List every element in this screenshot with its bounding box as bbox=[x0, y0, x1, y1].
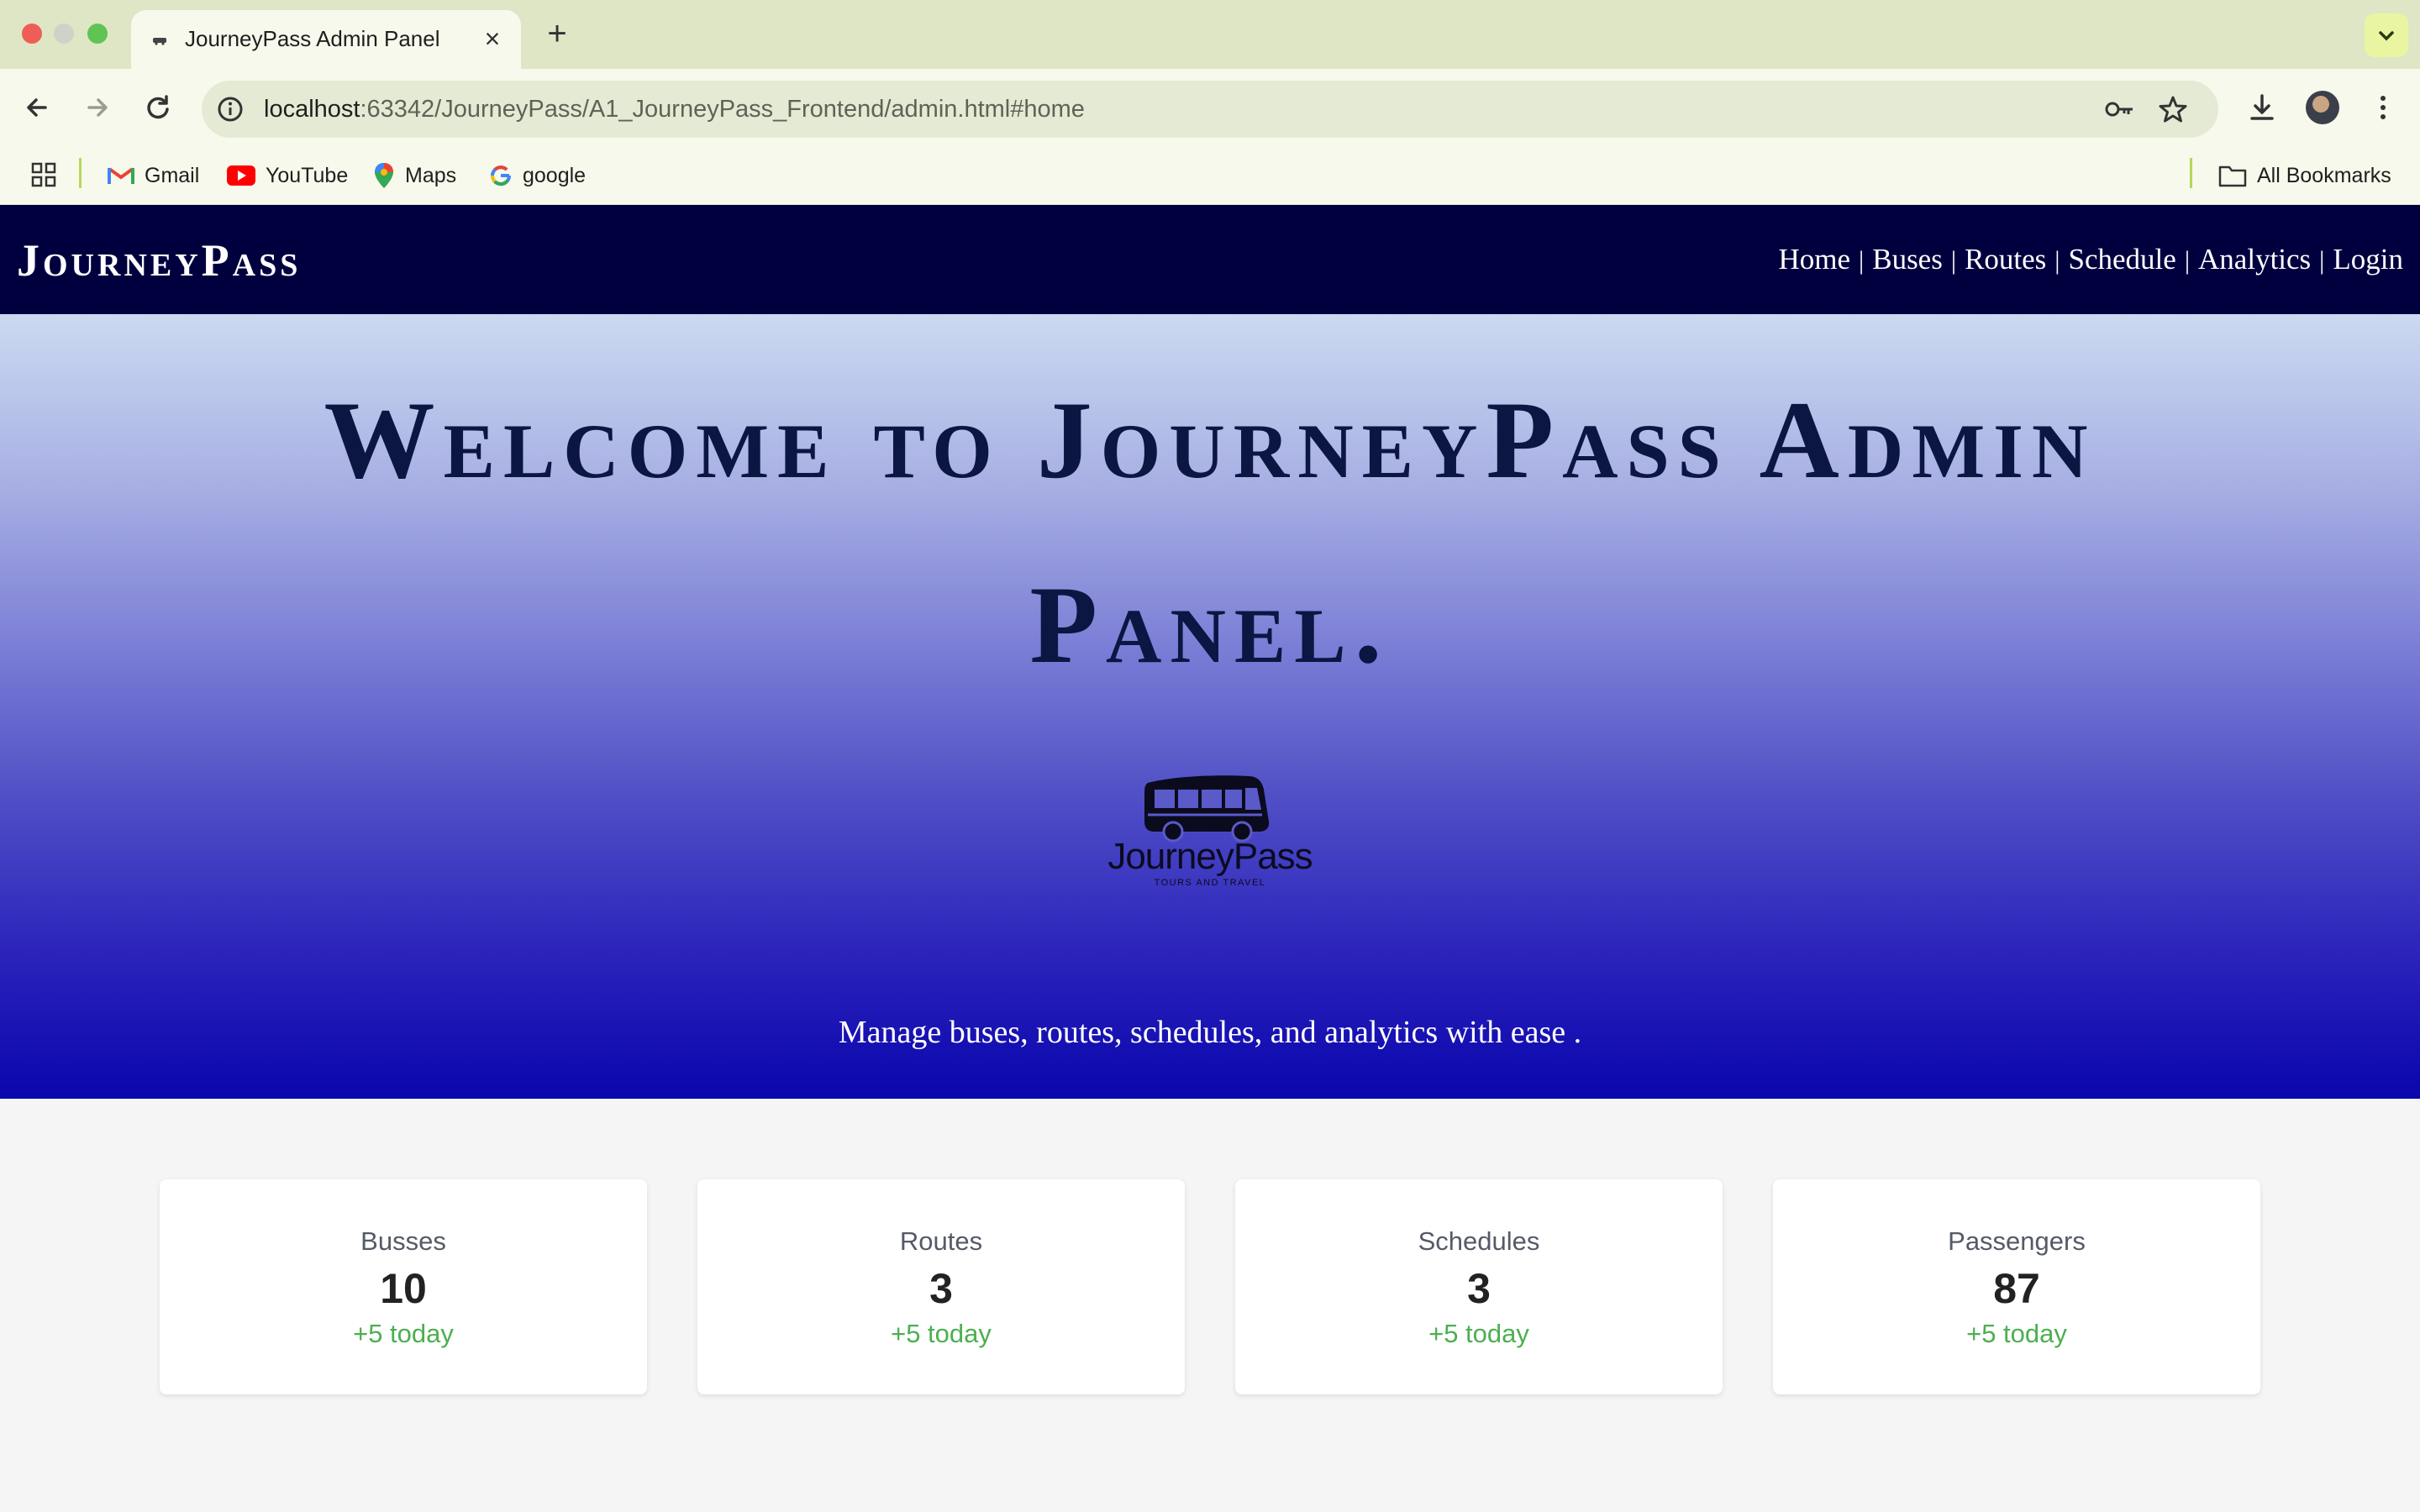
download-icon[interactable] bbox=[2244, 89, 2281, 126]
stats-section: Busses 10 +5 today Routes 3 +5 today Sch… bbox=[160, 1179, 2260, 1394]
gmail-icon bbox=[108, 167, 134, 184]
stat-value: 3 bbox=[929, 1265, 953, 1312]
site-header: JourneyPass Home | Buses | Routes | Schedule | A… bbox=[0, 205, 2420, 314]
nav-separator: | bbox=[1950, 245, 1957, 275]
google-g-icon bbox=[491, 165, 512, 186]
address-bar[interactable]: localhost:63342/JourneyPass/A1_JourneyPa… bbox=[202, 81, 2218, 138]
stat-label: Routes bbox=[899, 1226, 983, 1256]
stat-delta: +5 today bbox=[1428, 1319, 1529, 1348]
tab-close-icon[interactable]: × bbox=[479, 25, 506, 52]
back-arrow-icon[interactable] bbox=[18, 89, 55, 126]
nav-link-schedule[interactable]: Schedule bbox=[2069, 243, 2176, 276]
nav-link-routes[interactable]: Routes bbox=[1965, 243, 2046, 276]
forward-arrow-icon[interactable] bbox=[79, 89, 116, 126]
hero-section: Welcome to JourneyPass Admin Panel. Jour… bbox=[0, 314, 2420, 1099]
brand-logo-text[interactable]: JourneyPass bbox=[17, 235, 301, 286]
stat-value: 10 bbox=[380, 1265, 427, 1312]
bookmark-gmail[interactable]: Gmail bbox=[108, 146, 199, 205]
nav-link-home[interactable]: Home bbox=[1778, 243, 1850, 276]
browser-tab-active[interactable]: JourneyPass Admin Panel × bbox=[131, 10, 521, 69]
maps-pin-icon bbox=[375, 163, 393, 188]
stat-card-routes: Routes 3 +5 today bbox=[697, 1179, 1185, 1394]
journeypass-bus-logo: JourneyPass TOURS AND TRAVEL bbox=[1107, 775, 1313, 888]
hero-title: Welcome to JourneyPass Admin Panel. bbox=[324, 378, 2096, 686]
stat-label: Passengers bbox=[1948, 1226, 2086, 1256]
stat-card-busses: Busses 10 +5 today bbox=[160, 1179, 647, 1394]
reload-icon[interactable] bbox=[139, 89, 176, 126]
bookmarks-separator bbox=[79, 158, 82, 188]
nav-separator: | bbox=[2054, 245, 2060, 275]
browser-tab-strip: JourneyPass Admin Panel × + bbox=[0, 0, 2420, 69]
stat-card-schedules: Schedules 3 +5 today bbox=[1235, 1179, 1723, 1394]
apps-grid-icon[interactable] bbox=[30, 161, 57, 188]
profile-avatar[interactable] bbox=[2306, 91, 2339, 124]
browser-toolbar: localhost:63342/JourneyPass/A1_JourneyPa… bbox=[0, 69, 2420, 146]
window-close-button[interactable] bbox=[22, 24, 42, 44]
nav-separator: | bbox=[2319, 245, 2325, 275]
nav-separator: | bbox=[2184, 245, 2191, 275]
bus-favicon-icon bbox=[153, 38, 166, 45]
tab-title: JourneyPass Admin Panel bbox=[185, 26, 440, 51]
logo-wordmark: JourneyPass bbox=[1107, 836, 1312, 877]
bookmark-google[interactable]: google bbox=[489, 146, 586, 205]
site-info-icon[interactable] bbox=[215, 94, 245, 124]
folder-icon bbox=[2218, 165, 2247, 187]
key-icon[interactable] bbox=[2102, 94, 2136, 124]
nav-link-login[interactable]: Login bbox=[2333, 243, 2403, 276]
stat-label: Busses bbox=[360, 1226, 446, 1256]
stat-value: 3 bbox=[1467, 1265, 1491, 1312]
youtube-icon bbox=[227, 165, 255, 186]
hero-subtitle: Manage buses, routes, schedules, and ana… bbox=[838, 1015, 1582, 1050]
kebab-menu-icon[interactable] bbox=[2368, 89, 2398, 126]
stat-delta: +5 today bbox=[1966, 1319, 2067, 1348]
stat-delta: +5 today bbox=[891, 1319, 992, 1348]
nav-link-buses[interactable]: Buses bbox=[1872, 243, 1943, 276]
stat-value: 87 bbox=[1993, 1265, 2040, 1312]
new-tab-button[interactable]: + bbox=[539, 17, 575, 52]
tab-search-button[interactable] bbox=[2365, 13, 2408, 57]
nav-link-analytics[interactable]: Analytics bbox=[2198, 243, 2311, 276]
bookmarks-bar: Gmail YouTube Maps google All Bookmarks bbox=[0, 146, 2420, 205]
main-nav: Home | Buses | Routes | Schedule | Analytics | Log… bbox=[1778, 239, 2403, 281]
stat-delta: +5 today bbox=[353, 1319, 454, 1348]
nav-separator: | bbox=[1859, 245, 1865, 275]
bookmarks-separator bbox=[2190, 158, 2192, 188]
bookmark-star-icon[interactable] bbox=[2156, 92, 2190, 126]
all-bookmarks-button[interactable]: All Bookmarks bbox=[2218, 146, 2391, 205]
bookmark-youtube[interactable]: YouTube bbox=[227, 146, 348, 205]
chevron-down-icon bbox=[2379, 31, 2394, 41]
window-minimize-button[interactable] bbox=[54, 24, 74, 44]
window-zoom-button[interactable] bbox=[87, 24, 108, 44]
stat-card-passengers: Passengers 87 +5 today bbox=[1773, 1179, 2260, 1394]
stat-label: Schedules bbox=[1418, 1226, 1540, 1256]
logo-tagline: TOURS AND TRAVEL bbox=[1155, 878, 1266, 888]
bookmark-maps[interactable]: Maps bbox=[373, 146, 456, 205]
url-text: localhost:63342/JourneyPass/A1_JourneyPa… bbox=[264, 96, 1085, 123]
